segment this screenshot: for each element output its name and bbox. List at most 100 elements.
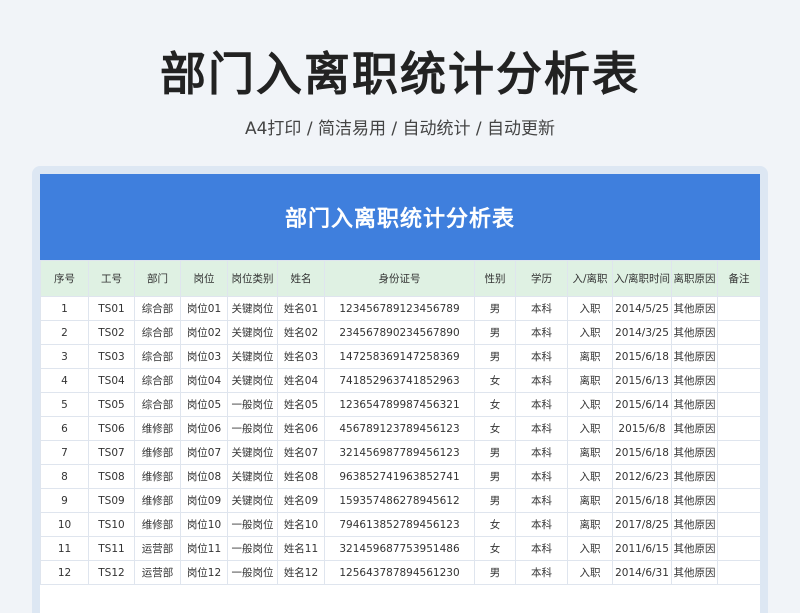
- table-cell[interactable]: 一般岗位: [227, 416, 278, 441]
- table-cell[interactable]: 离职: [567, 344, 613, 369]
- table-cell[interactable]: 4: [40, 368, 89, 393]
- table-row[interactable]: 8 TS08 维修部 岗位08 关键岗位 姓名08 963852741963852741 男本…: [40, 464, 760, 489]
- table-cell[interactable]: 姓名06: [277, 416, 325, 441]
- table-cell[interactable]: 男: [474, 440, 516, 465]
- column-header[interactable]: 离职原因: [671, 260, 718, 297]
- table-cell[interactable]: 456789123789456123: [324, 416, 475, 441]
- table-cell[interactable]: 入职: [567, 296, 613, 321]
- table-cell[interactable]: 2015/6/14: [612, 392, 672, 417]
- table-cell[interactable]: 其他原因: [671, 464, 718, 489]
- table-cell[interactable]: 男: [474, 320, 516, 345]
- table-cell[interactable]: 2015/6/13: [612, 368, 672, 393]
- table-cell[interactable]: 岗位12: [180, 560, 228, 585]
- table-cell[interactable]: 8: [40, 464, 89, 489]
- table-cell[interactable]: 岗位01: [180, 296, 228, 321]
- table-cell[interactable]: TS03: [88, 344, 135, 369]
- table-cell[interactable]: 姓名11: [277, 536, 325, 561]
- table-cell[interactable]: [717, 512, 760, 537]
- table-cell[interactable]: [717, 440, 760, 465]
- table-cell[interactable]: 2011/6/15: [612, 536, 672, 561]
- table-cell[interactable]: 本科: [515, 416, 568, 441]
- table-cell[interactable]: 岗位11: [180, 536, 228, 561]
- column-header[interactable]: 部门: [134, 260, 181, 297]
- table-cell[interactable]: [717, 488, 760, 513]
- table-cell[interactable]: 姓名04: [277, 368, 325, 393]
- column-header[interactable]: 序号: [40, 260, 89, 297]
- table-cell[interactable]: TS04: [88, 368, 135, 393]
- table-cell[interactable]: 其他原因: [671, 488, 718, 513]
- table-cell[interactable]: 男: [474, 344, 516, 369]
- table-cell[interactable]: 岗位05: [180, 392, 228, 417]
- table-cell[interactable]: 159357486278945612: [324, 488, 475, 513]
- table-cell[interactable]: 维修部: [134, 440, 181, 465]
- table-cell[interactable]: 321456987789456123: [324, 440, 475, 465]
- table-cell[interactable]: TS06: [88, 416, 135, 441]
- table-cell[interactable]: 维修部: [134, 464, 181, 489]
- table-cell[interactable]: 岗位06: [180, 416, 228, 441]
- table-cell[interactable]: 离职: [567, 512, 613, 537]
- table-cell[interactable]: 794613852789456123: [324, 512, 475, 537]
- table-cell[interactable]: 2015/6/18: [612, 344, 672, 369]
- table-cell[interactable]: 女: [474, 416, 516, 441]
- table-cell[interactable]: 11: [40, 536, 89, 561]
- table-cell[interactable]: 其他原因: [671, 560, 718, 585]
- table-cell[interactable]: 岗位08: [180, 464, 228, 489]
- table-cell[interactable]: [717, 320, 760, 345]
- table-cell[interactable]: 维修部: [134, 512, 181, 537]
- table-cell[interactable]: 其他原因: [671, 536, 718, 561]
- table-cell[interactable]: 关键岗位: [227, 464, 278, 489]
- table-cell[interactable]: 本科: [515, 512, 568, 537]
- table-cell[interactable]: 741852963741852963: [324, 368, 475, 393]
- table-row[interactable]: 11 TS11 运营部 岗位11 一般岗位 姓名11 321459687753951486 女…: [40, 536, 760, 561]
- table-cell[interactable]: 姓名02: [277, 320, 325, 345]
- table-cell[interactable]: 关键岗位: [227, 344, 278, 369]
- table-cell[interactable]: 姓名09: [277, 488, 325, 513]
- table-cell[interactable]: [717, 536, 760, 561]
- table-cell[interactable]: 女: [474, 368, 516, 393]
- table-cell[interactable]: [717, 344, 760, 369]
- table-cell[interactable]: TS01: [88, 296, 135, 321]
- table-cell[interactable]: 入职: [567, 320, 613, 345]
- table-cell[interactable]: 姓名10: [277, 512, 325, 537]
- table-cell[interactable]: 2015/6/8: [612, 416, 672, 441]
- table-cell[interactable]: TS10: [88, 512, 135, 537]
- table-cell[interactable]: 本科: [515, 320, 568, 345]
- table-cell[interactable]: 离职: [567, 368, 613, 393]
- table-cell[interactable]: 12: [40, 560, 89, 585]
- table-cell[interactable]: [717, 296, 760, 321]
- table-cell[interactable]: 125643787894561230: [324, 560, 475, 585]
- table-row[interactable]: 10 TS10 维修部 岗位10 一般岗位 姓名10 794613852789456123 女…: [40, 512, 760, 537]
- table-cell[interactable]: 321459687753951486: [324, 536, 475, 561]
- table-cell[interactable]: 其他原因: [671, 296, 718, 321]
- table-cell[interactable]: 综合部: [134, 344, 181, 369]
- table-cell[interactable]: 本科: [515, 440, 568, 465]
- table-cell[interactable]: [717, 464, 760, 489]
- table-cell[interactable]: 关键岗位: [227, 296, 278, 321]
- table-cell[interactable]: 3: [40, 344, 89, 369]
- table-cell[interactable]: 离职: [567, 488, 613, 513]
- table-row[interactable]: 9 TS09 维修部 岗位09 关键岗位 姓名09 159357486278945612 男本…: [40, 488, 760, 513]
- column-header[interactable]: 工号: [88, 260, 135, 297]
- table-cell[interactable]: 1: [40, 296, 89, 321]
- table-cell[interactable]: 男: [474, 464, 516, 489]
- table-cell[interactable]: 综合部: [134, 368, 181, 393]
- table-cell[interactable]: 2014/3/25: [612, 320, 672, 345]
- table-cell[interactable]: 9: [40, 488, 89, 513]
- table-cell[interactable]: 2015/6/18: [612, 440, 672, 465]
- table-cell[interactable]: 入职: [567, 416, 613, 441]
- column-header[interactable]: 姓名: [277, 260, 325, 297]
- table-cell[interactable]: 本科: [515, 296, 568, 321]
- table-cell[interactable]: 本科: [515, 368, 568, 393]
- table-row[interactable]: 1 TS01 综合部 岗位01 关键岗位 姓名01 123456789123456789 男本…: [40, 296, 760, 321]
- table-cell[interactable]: 其他原因: [671, 512, 718, 537]
- table-cell[interactable]: 入职: [567, 560, 613, 585]
- column-header[interactable]: 岗位类别: [227, 260, 278, 297]
- table-row[interactable]: 12 TS12 运营部 岗位12 一般岗位 姓名12 125643787894561230 男…: [40, 560, 760, 585]
- table-row[interactable]: 2 TS02 综合部 岗位02 关键岗位 姓名02 234567890234567890 男本…: [40, 320, 760, 345]
- table-cell[interactable]: 姓名05: [277, 392, 325, 417]
- table-cell[interactable]: 本科: [515, 488, 568, 513]
- table-cell[interactable]: 运营部: [134, 536, 181, 561]
- table-cell[interactable]: 其他原因: [671, 392, 718, 417]
- table-cell[interactable]: 其他原因: [671, 416, 718, 441]
- table-cell[interactable]: 本科: [515, 560, 568, 585]
